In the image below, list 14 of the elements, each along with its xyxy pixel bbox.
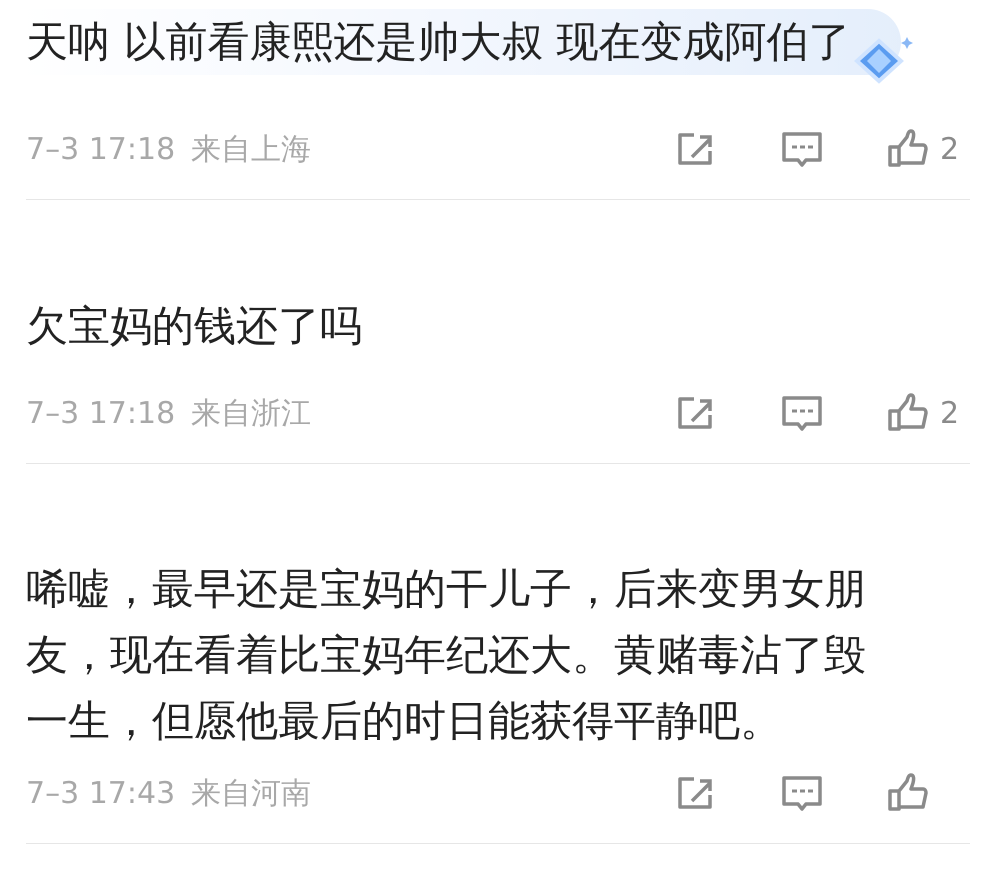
thumbs-up-icon: [886, 129, 930, 169]
comment-text: 欠宝妈的钱还了吗: [26, 300, 363, 352]
comment-location: 来自上海: [191, 130, 312, 168]
comment-text: 唏嘘，最早还是宝妈的干儿子，后来变男女朋友，现在看着比宝妈年纪还大。黄赌毒沾了毁一生，但愿他最后的时日能获得平静吧。: [26, 563, 867, 747]
thumbs-up-icon: [886, 393, 930, 433]
comment-location: 来自河南: [191, 774, 312, 812]
like-button[interactable]: 2: [886, 390, 970, 436]
thumbs-up-icon: [886, 773, 930, 813]
comment-location: 来自浙江: [191, 394, 312, 432]
comment-time: 7–3 17:18: [26, 394, 176, 432]
comment-text: 天呐 以前看康熙还是帅大叔 现在变成阿伯了: [26, 17, 851, 66]
comment-time: 7–3 17:18: [26, 130, 176, 168]
like-button[interactable]: 2: [886, 126, 970, 172]
comment-time: 7–3 17:43: [26, 774, 176, 812]
